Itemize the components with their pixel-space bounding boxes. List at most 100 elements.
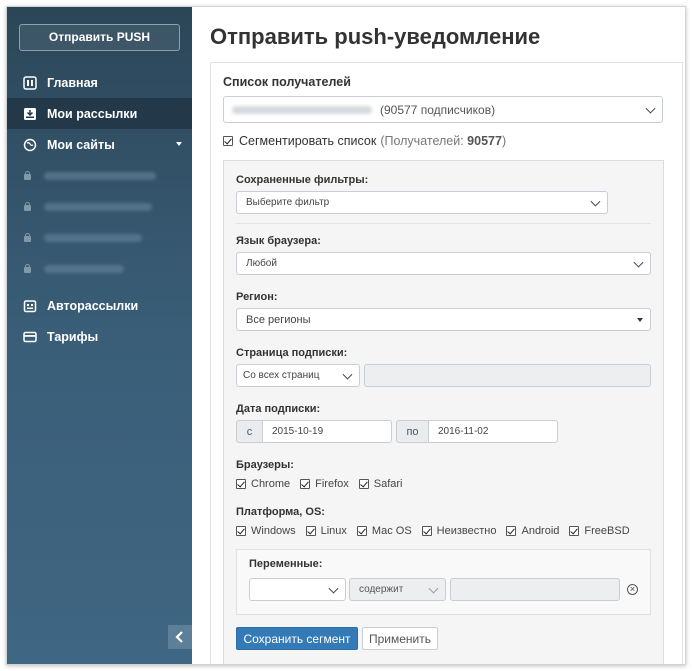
subscribe-page-input[interactable] (364, 364, 651, 387)
push-form-card: Список получателей (90577 подписчиков) С… (210, 62, 683, 664)
date-from-input[interactable]: 2015-10-19 (262, 420, 392, 443)
sidebar-site-item[interactable] (7, 191, 192, 222)
site-name-redacted (44, 264, 124, 273)
recipients-count-text: (90577 подписчиков) (380, 102, 496, 117)
variable-operator-select[interactable]: содержит (349, 578, 446, 601)
divider (236, 223, 651, 224)
checkbox[interactable] (300, 479, 311, 489)
remove-variable-icon[interactable]: × (627, 584, 638, 595)
sidebar-item-label: Авторассылки (47, 298, 139, 313)
save-segment-button[interactable]: Сохранить сегмент (236, 627, 358, 650)
platform-checkbox-freebsd[interactable]: FreeBSD (569, 525, 630, 537)
sidebar-item-label: Мои сайты (47, 137, 115, 152)
sidebar-site-item[interactable] (7, 222, 192, 253)
checkbox-label: Неизвестно (436, 525, 497, 537)
card-icon (22, 329, 38, 345)
variables-box: Переменные: содержит × (236, 549, 651, 615)
sidebar-item-my-sites[interactable]: Мои сайты (7, 129, 192, 160)
page-title: Отправить push-уведомление (210, 24, 541, 49)
recipients-label: Список получателей (223, 75, 351, 89)
checkbox[interactable] (569, 526, 580, 536)
globe-icon (22, 137, 38, 153)
recipients-select[interactable]: (90577 подписчиков) (223, 96, 663, 123)
checkbox-label: Windows (251, 525, 296, 537)
chevron-down-icon (328, 583, 339, 594)
sidebar-item-label: Тарифы (47, 329, 99, 344)
subscribe-page-select[interactable]: Со всех страниц (236, 364, 360, 387)
browser-checkbox-safari[interactable]: Safari (358, 478, 403, 490)
sidebar-nav: Главная Мои рассылки Мои сайты Авторассы… (7, 67, 192, 352)
subscribe-page-label: Страница подписки: (236, 347, 348, 359)
sidebar-site-item[interactable] (7, 160, 192, 191)
saved-filters-select[interactable]: Выберите фильтр (236, 191, 608, 214)
site-name-redacted (44, 171, 156, 180)
checkbox[interactable] (358, 479, 369, 489)
chevron-down-icon (176, 142, 182, 146)
lock-icon (23, 233, 32, 242)
browser-language-select[interactable]: Любой (236, 252, 651, 275)
date-from-prefix: с (236, 420, 263, 443)
platform-checkbox-android[interactable]: Android (506, 525, 559, 537)
sidebar-item-tariffs[interactable]: Тарифы (7, 321, 192, 352)
sidebar: Отправить PUSH Главная Мои рассылки Мои … (7, 7, 192, 664)
apply-button[interactable]: Применить (362, 627, 438, 650)
platform-checkbox-windows[interactable]: Windows (236, 525, 296, 537)
segment-checkbox-label: Сегментировать список (239, 134, 377, 148)
sidebar-site-item[interactable] (7, 253, 192, 284)
region-select[interactable]: Все регионы (236, 308, 651, 331)
browser-checkbox-firefox[interactable]: Firefox (300, 478, 349, 490)
browsers-checkbox-group: Chrome Firefox Safari (236, 478, 413, 490)
site-name-redacted (44, 233, 142, 242)
chevron-left-icon (175, 631, 183, 643)
checkbox-label: FreeBSD (584, 525, 630, 537)
checkbox-label: Linux (320, 525, 347, 537)
sidebar-item-label: Главная (47, 75, 98, 90)
chevron-down-icon (428, 583, 439, 594)
lock-icon (23, 202, 32, 211)
sidebar-collapse-button[interactable] (168, 625, 192, 649)
sidebar-item-label: Мои рассылки (47, 106, 138, 121)
variable-value-input[interactable] (450, 578, 620, 601)
saved-filters-label: Сохраненные фильтры: (236, 174, 369, 186)
browsers-label: Браузеры: (236, 459, 294, 471)
segment-filters-panel: Сохраненные фильтры: Выберите фильтр Язы… (223, 160, 664, 664)
checkbox-label: Mac OS (371, 525, 412, 537)
app-window: Отправить PUSH Главная Мои рассылки Мои … (6, 6, 686, 665)
caret-down-icon (637, 317, 643, 322)
checkbox[interactable] (421, 526, 432, 536)
chevron-down-icon (633, 257, 644, 268)
browser-language-label: Язык браузера: (236, 235, 321, 247)
variables-label: Переменные: (249, 558, 323, 570)
lock-icon (23, 171, 32, 180)
main-content: Отправить push-уведомление Список получа… (192, 7, 685, 664)
lock-icon (23, 264, 32, 273)
checkbox[interactable] (236, 526, 246, 536)
site-name-redacted (44, 202, 152, 211)
region-label: Регион: (236, 291, 278, 303)
date-to-prefix: по (396, 420, 429, 443)
platform-checkbox-unknown[interactable]: Неизвестно (421, 525, 497, 537)
checkbox[interactable] (236, 479, 246, 489)
chevron-down-icon (342, 369, 353, 380)
sidebar-item-home[interactable]: Главная (7, 67, 192, 98)
dashboard-icon (22, 75, 38, 91)
chevron-down-icon (645, 103, 656, 114)
browser-checkbox-chrome[interactable]: Chrome (236, 478, 290, 490)
segment-recipients-info: (Получателей: 90577) (380, 134, 507, 148)
date-to-input[interactable]: 2016-11-02 (428, 420, 558, 443)
inbox-icon (22, 106, 38, 122)
segment-checkbox[interactable] (223, 136, 233, 146)
checkbox-label: Chrome (251, 478, 291, 490)
platform-checkbox-linux[interactable]: Linux (305, 525, 347, 537)
checkbox[interactable] (356, 526, 367, 536)
sidebar-item-my-mailings[interactable]: Мои рассылки (7, 98, 192, 129)
calendar-icon (22, 298, 38, 314)
checkbox[interactable] (305, 526, 316, 536)
sidebar-item-auto-mailings[interactable]: Авторассылки (7, 290, 192, 321)
subscribe-date-label: Дата подписки: (236, 403, 321, 415)
platform-checkbox-macos[interactable]: Mac OS (356, 525, 412, 537)
variable-name-select[interactable] (249, 578, 346, 601)
send-push-button[interactable]: Отправить PUSH (19, 24, 180, 51)
checkbox[interactable] (506, 526, 517, 536)
recipient-list-name-redacted (232, 105, 372, 114)
